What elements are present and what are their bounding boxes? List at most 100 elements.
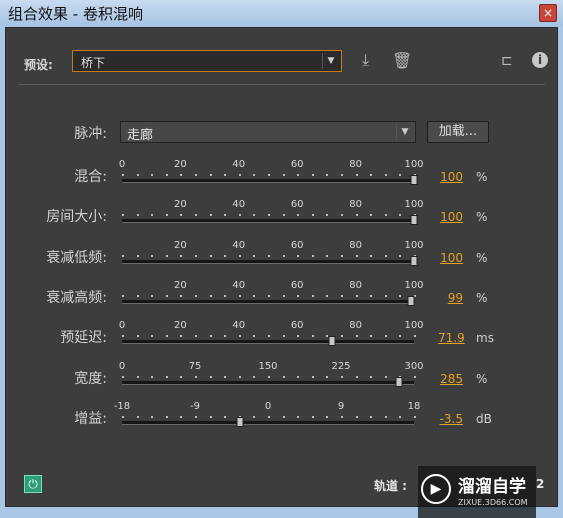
tick-label: 9 [337, 401, 345, 412]
tick-mark [224, 295, 227, 297]
tick-mark [224, 174, 227, 176]
tick-mark [384, 255, 387, 257]
tick-mark [297, 376, 300, 378]
tick-mark [399, 174, 402, 176]
trash-icon[interactable]: 🗑 [392, 52, 412, 70]
tick-label: 20 [174, 240, 187, 251]
preset-label: 预设: [24, 58, 53, 72]
tick-mark [195, 255, 197, 257]
chevron-down-icon: ▼ [396, 124, 413, 140]
slider-thumb[interactable] [407, 296, 415, 306]
slider-track[interactable] [122, 421, 414, 425]
slider-track[interactable] [122, 219, 414, 223]
preset-value: 桥下 [81, 56, 106, 70]
slider-label: 房间大小: [46, 209, 107, 225]
slider-track[interactable] [122, 260, 414, 264]
track-label: 轨道 : [374, 479, 407, 493]
slider-value[interactable]: -3.5 [438, 412, 463, 426]
tick-mark [195, 295, 197, 297]
tick-label: 60 [290, 240, 304, 251]
tick-mark [253, 376, 256, 378]
slider-track[interactable] [122, 179, 414, 183]
tick-label: 100 [404, 280, 424, 291]
tick-mark [165, 376, 168, 378]
watermark: ▶ 溜溜自学 ZIXUE.3D66.COM [418, 466, 536, 518]
slider-value[interactable]: 100 [438, 210, 463, 224]
tick-mark [282, 214, 285, 216]
tick-mark [195, 174, 197, 176]
impulse-dropdown[interactable]: 走廊 ▼ [120, 121, 416, 143]
slider-track[interactable] [122, 340, 414, 344]
slider-value[interactable]: 71.9 [438, 331, 465, 345]
tick-mark [384, 295, 387, 297]
tick-mark [384, 416, 387, 418]
tick-mark [326, 376, 329, 378]
slider-value[interactable]: 285 [438, 372, 463, 386]
tick-mark [384, 174, 387, 176]
tick-mark [122, 214, 124, 216]
tick-label: 80 [349, 199, 362, 210]
tick-mark [209, 295, 212, 297]
slider-thumb[interactable] [328, 336, 336, 346]
tick-mark [165, 295, 168, 297]
tick-mark [238, 174, 241, 176]
tick-mark [282, 416, 285, 418]
tick-mark [311, 214, 314, 216]
tick-mark [195, 214, 197, 216]
slider-label: 宽度: [74, 371, 107, 387]
load-button[interactable]: 加载... [427, 121, 489, 143]
slider-value[interactable]: 99 [438, 291, 463, 305]
tick-mark [224, 376, 227, 378]
tick-mark [136, 335, 139, 337]
tick-label: 40 [232, 320, 246, 331]
tick-mark [136, 376, 139, 378]
slider-thumb[interactable] [395, 377, 403, 387]
routing-icon[interactable]: ⊏ [501, 52, 513, 70]
tick-mark [326, 255, 329, 257]
slider-thumb[interactable] [236, 417, 244, 427]
tick-mark [253, 174, 256, 176]
tick-mark [224, 214, 227, 216]
slider-value[interactable]: 100 [438, 251, 463, 265]
tick-mark [180, 335, 183, 337]
tick-mark [355, 174, 358, 176]
slider-track[interactable] [122, 300, 414, 304]
tick-label: 60 [290, 280, 304, 291]
slider-value[interactable]: 100 [438, 170, 463, 184]
watermark-title: 溜溜自学 [458, 477, 526, 497]
tick-mark [268, 255, 270, 257]
tick-mark [268, 335, 270, 337]
divider [18, 84, 545, 85]
tick-mark [355, 416, 358, 418]
slider-thumb[interactable] [410, 256, 418, 266]
tick-mark [195, 416, 197, 418]
tick-mark [399, 416, 402, 418]
tick-mark [282, 255, 285, 257]
tick-mark [370, 255, 373, 257]
tick-label: -9 [190, 401, 200, 412]
power-icon[interactable]: ⏻ [24, 475, 42, 493]
tick-mark [122, 416, 124, 418]
tick-mark [136, 295, 139, 297]
play-logo-icon: ▶ [421, 474, 451, 504]
tick-label: 0 [264, 401, 272, 412]
tick-mark [253, 295, 256, 297]
tick-mark [268, 376, 270, 378]
tick-mark [268, 295, 270, 297]
tick-label: 60 [290, 159, 304, 170]
slider-track[interactable] [122, 381, 414, 385]
info-icon[interactable]: i [532, 52, 548, 68]
slider-thumb[interactable] [410, 215, 418, 225]
tick-mark [180, 295, 183, 297]
slider-unit: % [476, 372, 488, 386]
tick-mark [297, 295, 300, 297]
download-icon[interactable]: ⤓ [362, 51, 369, 69]
slider-thumb[interactable] [410, 175, 418, 185]
close-button[interactable]: × [539, 4, 557, 22]
preset-dropdown[interactable]: 桥下 ▼ [72, 50, 342, 72]
tick-mark [122, 255, 124, 257]
tick-mark [282, 174, 285, 176]
tick-mark [165, 416, 168, 418]
tick-mark [370, 174, 373, 176]
tick-mark [238, 335, 241, 337]
